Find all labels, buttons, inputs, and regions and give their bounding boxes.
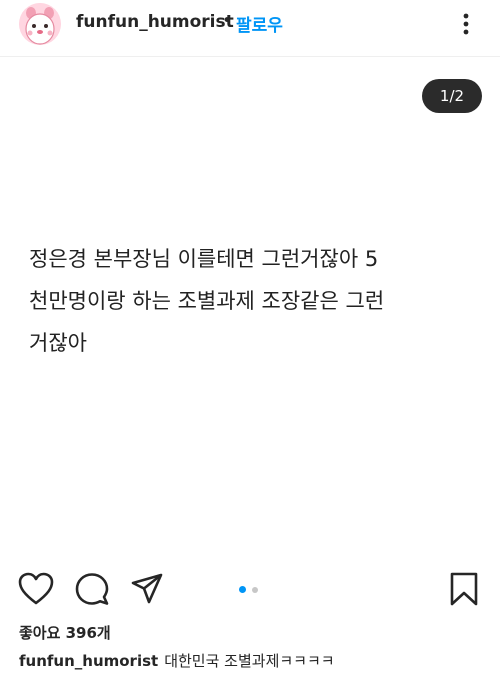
username[interactable]: funfun_humorist [76,12,234,32]
send-icon [131,573,163,604]
carousel-dot-active[interactable] [239,586,246,593]
caption: funfun_humorist 대한민국 조별과제ㅋㅋㅋㅋ [19,650,335,671]
bookmark-icon [450,572,478,606]
post-text-line: 천만명이랑 하는 조별과제 조장같은 그런 [29,289,385,313]
more-options-button[interactable] [456,8,476,40]
follow-button[interactable]: 팔로우 [236,11,283,36]
heart-icon [18,572,54,605]
more-vertical-icon [463,13,469,35]
share-button[interactable] [130,572,164,606]
post-header: funfun_humorist • 팔로우 [0,0,500,48]
save-button[interactable] [449,572,479,606]
like-button[interactable] [18,572,54,606]
like-count[interactable]: 좋아요 396개 [19,622,111,643]
comment-icon [75,573,109,605]
post-text: 정은경 본부장님 이를테면 그런거잖아 5 천만명이랑 하는 조별과제 조장같은… [29,238,479,364]
carousel-counter: 1/2 [422,79,482,113]
post-text-line: 거잖아 [29,331,87,355]
hamster-avatar-icon [19,3,61,45]
caption-username[interactable]: funfun_humorist [19,652,158,670]
header-divider [0,56,500,57]
comment-button[interactable] [75,572,109,606]
carousel-indicator [239,586,263,594]
separator-dot: • [222,11,233,31]
avatar[interactable] [19,3,61,45]
post-text-line: 정은경 본부장님 이를테면 그런거잖아 5 [29,247,379,271]
caption-text: 대한민국 조별과제ㅋㅋㅋㅋ [164,652,335,670]
carousel-dot[interactable] [252,587,258,593]
